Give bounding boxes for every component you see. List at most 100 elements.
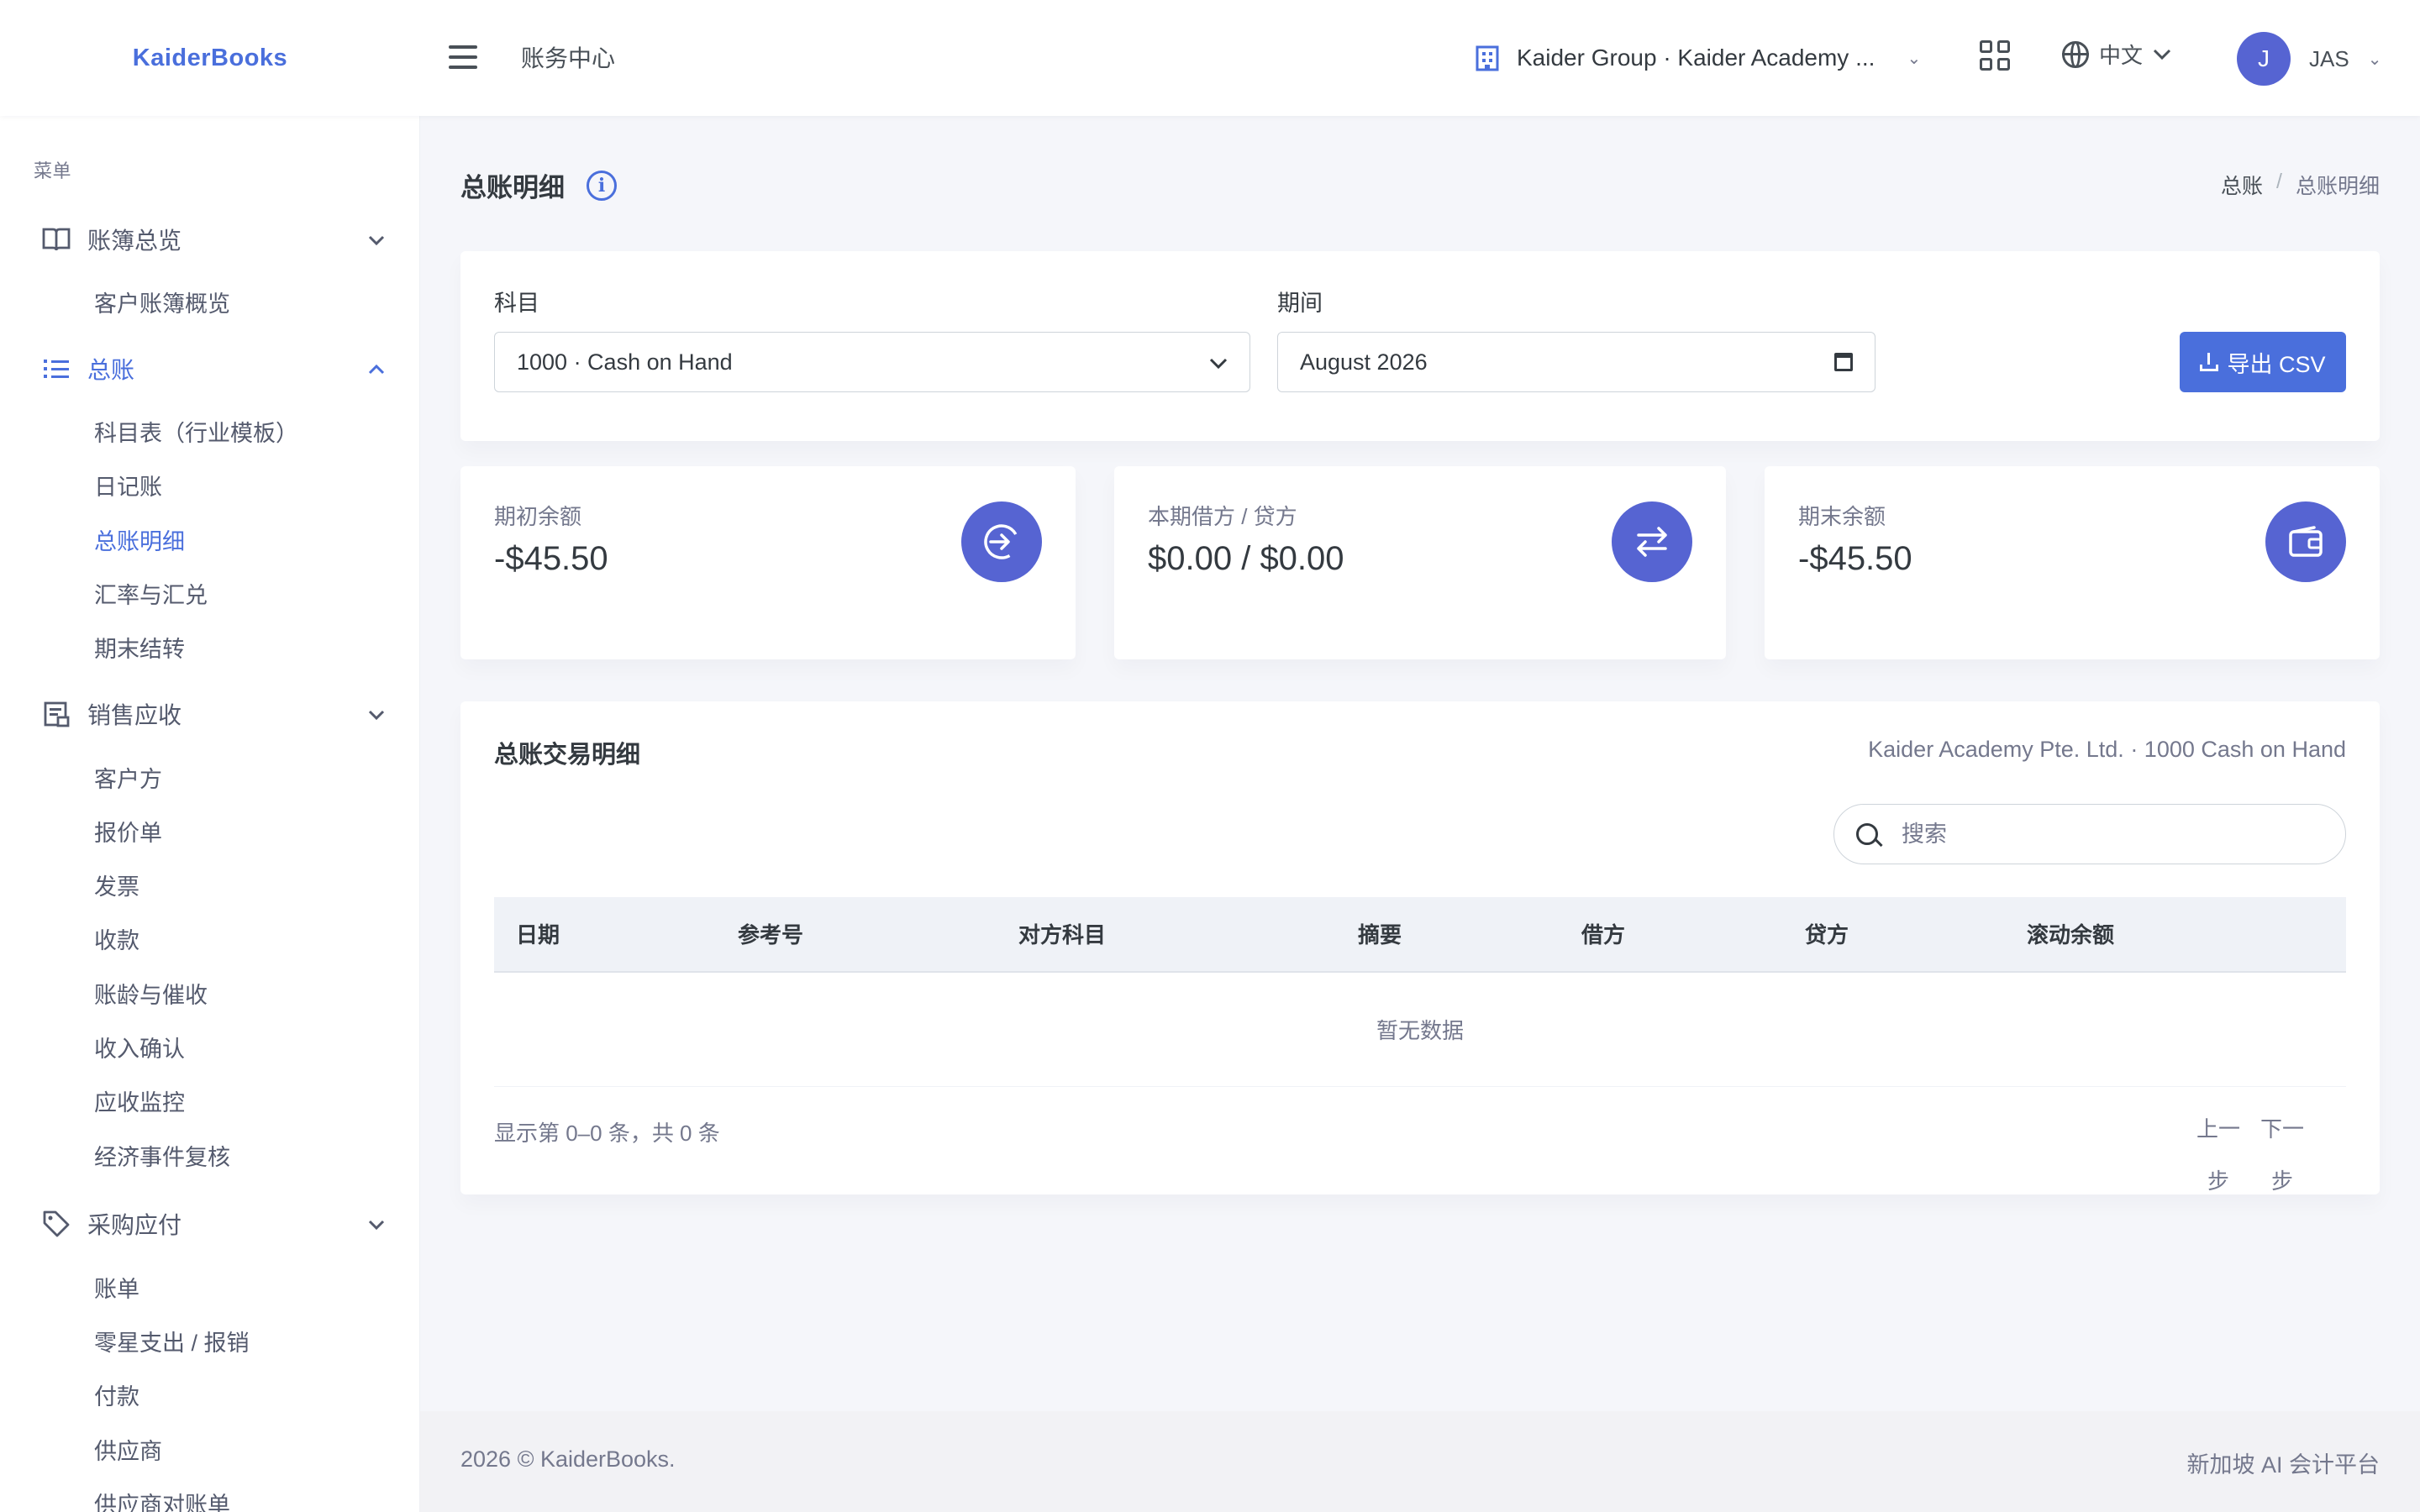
export-csv-button[interactable]: 导出 CSV [2180, 332, 2346, 392]
chevron-down-icon: ⌄ [2367, 50, 2382, 69]
column-header-date[interactable]: 日期 [516, 897, 560, 973]
page-title: 总账明细 [460, 173, 565, 202]
account-select[interactable]: 1000 · Cash on Hand [494, 332, 1250, 392]
sidebar-group-label: 账簿总览 [87, 228, 182, 254]
export-csv-label: 导出 CSV [2227, 351, 2326, 377]
user-name: JAS [2309, 45, 2349, 71]
stat-card-opening-balance: 期初余额 -$45.50 [460, 466, 1076, 659]
sidebar-item-journal[interactable]: 日记账 [94, 470, 162, 504]
tag-icon [40, 1208, 72, 1240]
stat-card-period-debit-credit: 本期借方 / 贷方 $0.00 / $0.00 [1114, 466, 1726, 659]
org-name: Kaider Group · Kaider Academy ... [1517, 45, 1876, 71]
sidebar: 菜单 账簿总览 客户账簿概览 总账 科目表（行业模板） 日记账 总账明细 汇率与… [0, 116, 420, 1512]
sidebar-group-label: 采购应付 [87, 1212, 182, 1238]
sidebar-item-ar-monitoring[interactable]: 应收监控 [94, 1086, 185, 1120]
search-input[interactable] [1902, 821, 2305, 848]
sidebar-group-ledger-overview[interactable]: 账簿总览 [40, 218, 385, 260]
stat-card-closing-balance: 期末余额 -$45.50 [1765, 466, 2380, 659]
column-header-debit[interactable]: 借方 [1581, 897, 1625, 973]
sign-in-icon [961, 501, 1042, 582]
table-empty-row: 暂无数据 [494, 973, 2346, 1087]
column-header-credit[interactable]: 贷方 [1805, 897, 1849, 973]
sidebar-item-aging[interactable]: 账龄与催收 [94, 979, 208, 1012]
pagination-previous-button[interactable]: 上一步 [2195, 1103, 2242, 1207]
chevron-down-icon: ⌄ [1907, 49, 1922, 68]
brand-logo[interactable]: KaiderBooks [0, 0, 420, 116]
building-icon [1476, 45, 1499, 71]
chevron-up-icon [368, 358, 385, 380]
sidebar-item-client-ledger-overview[interactable]: 客户账簿概览 [94, 287, 230, 321]
title-row: 总账明细 i [460, 166, 617, 204]
chevron-down-icon [2153, 49, 2171, 60]
footer: 2026 © KaiderBooks. 新加坡 AI 会计平台 [420, 1411, 2420, 1512]
sidebar-group-purchases-payables[interactable]: 采购应付 [40, 1203, 385, 1245]
search-box[interactable] [1833, 804, 2346, 864]
stat-value: $0.00 / $0.00 [1148, 540, 1344, 577]
sidebar-item-payments[interactable]: 付款 [94, 1380, 139, 1414]
period-month-input[interactable]: August 2026 [1277, 332, 1876, 392]
list-icon [40, 353, 72, 385]
menu-title: 菜单 [34, 160, 72, 181]
column-header-reference[interactable]: 参考号 [738, 897, 803, 973]
breadcrumb: 总账 / 总账明细 [2221, 170, 2380, 200]
sidebar-item-period-close[interactable]: 期末结转 [94, 633, 185, 666]
chevron-down-icon [368, 703, 385, 725]
sidebar-item-quotes[interactable]: 报价单 [94, 816, 162, 850]
wallet-icon [2265, 501, 2346, 582]
language-label: 中文 [2099, 43, 2144, 68]
sidebar-item-vendor-statements[interactable]: 供应商对账单 [94, 1488, 230, 1512]
sidebar-item-vendors[interactable]: 供应商 [94, 1435, 162, 1468]
filter-card: 科目 1000 · Cash on Hand 期间 August 2026 导出… [460, 251, 2380, 441]
page-heading: 账务中心 [521, 45, 616, 71]
table-title: 总账交易明细 [494, 742, 641, 769]
globe-icon [2062, 40, 2089, 68]
breadcrumb-item-current: 总账明细 [2295, 175, 2380, 198]
top-bar: KaiderBooks 账务中心 Kaider Group · Kaider A… [0, 0, 2420, 116]
column-header-running-balance[interactable]: 滚动余额 [2027, 897, 2114, 973]
apps-grid-icon[interactable] [1980, 40, 2010, 71]
pagination-next-button[interactable]: 下一步 [2259, 1103, 2306, 1207]
table-pagination-info: 显示第 0–0 条，共 0 条 [494, 1121, 720, 1146]
sidebar-item-revenue-recognition[interactable]: 收入确认 [94, 1032, 185, 1066]
receipt-icon [40, 698, 72, 730]
user-menu[interactable]: J JAS ⌄ [2237, 32, 2381, 86]
sidebar-item-customers[interactable]: 客户方 [94, 763, 162, 796]
org-switcher[interactable]: Kaider Group · Kaider Academy ... ⌄ [1475, 37, 1921, 79]
table-subtitle: Kaider Academy Pte. Ltd. · 1000 Cash on … [1868, 737, 2346, 762]
sidebar-item-bills[interactable]: 账单 [94, 1273, 139, 1306]
chevron-down-icon [368, 228, 385, 250]
account-label: 科目 [494, 291, 539, 316]
chevron-down-icon [368, 1213, 385, 1235]
sidebar-item-event-review[interactable]: 经济事件复核 [94, 1141, 230, 1174]
sidebar-item-expenses[interactable]: 零星支出 / 报销 [94, 1326, 250, 1360]
info-icon[interactable]: i [587, 170, 617, 201]
sidebar-item-ledger-detail[interactable]: 总账明细 [94, 525, 185, 559]
sidebar-group-label: 总账 [87, 357, 135, 383]
sidebar-group-general-ledger[interactable]: 总账 [40, 348, 385, 390]
sidebar-group-sales-receivables[interactable]: 销售应收 [40, 693, 385, 735]
sidebar-item-fx-rates[interactable]: 汇率与汇兑 [94, 579, 208, 612]
sidebar-item-receipts[interactable]: 收款 [94, 924, 139, 958]
footer-tagline: 新加坡 AI 会计平台 [2186, 1452, 2380, 1478]
stat-value: -$45.50 [1798, 540, 1912, 577]
sidebar-item-chart-of-accounts[interactable]: 科目表（行业模板） [94, 417, 298, 450]
breadcrumb-item-general-ledger[interactable]: 总账 [2221, 170, 2263, 200]
sidebar-item-invoices[interactable]: 发票 [94, 870, 139, 904]
download-icon [2200, 353, 2219, 371]
menu-toggle-icon[interactable] [449, 42, 477, 72]
column-header-counter-account[interactable]: 对方科目 [1018, 897, 1106, 973]
footer-copyright: 2026 © KaiderBooks. [460, 1446, 676, 1472]
book-icon [40, 223, 72, 255]
stat-label: 期初余额 [494, 504, 582, 529]
search-icon [1856, 823, 1878, 845]
calendar-icon[interactable] [1834, 353, 1853, 371]
period-label: 期间 [1277, 291, 1323, 316]
language-switcher[interactable]: 中文 [2062, 39, 2171, 70]
column-header-description[interactable]: 摘要 [1358, 897, 1402, 973]
stat-label: 期末余额 [1798, 504, 1886, 529]
sidebar-group-label: 销售应收 [87, 702, 182, 728]
period-value: August 2026 [1300, 349, 1428, 375]
chevron-down-icon [1209, 349, 1228, 375]
transfer-icon [1612, 501, 1692, 582]
stat-label: 本期借方 / 贷方 [1148, 504, 1297, 529]
